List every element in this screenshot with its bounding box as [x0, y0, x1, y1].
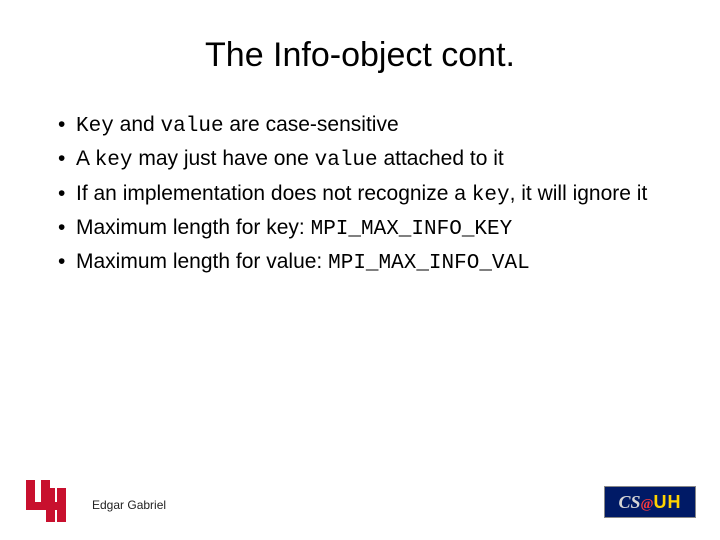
text: Maximum length for value:	[76, 250, 328, 273]
code: value	[315, 149, 378, 172]
footer: Edgar Gabriel CS@UH	[0, 472, 720, 522]
list-item: Key and value are case-sensitive	[58, 111, 692, 141]
text: , it will ignore it	[510, 182, 648, 205]
code: value	[161, 115, 224, 138]
cs-at-uh-logo: CS@UH	[604, 486, 696, 518]
slide-title: The Info-object cont.	[28, 36, 692, 75]
code: MPI_MAX_INFO_VAL	[328, 252, 530, 275]
text: attached to it	[378, 147, 504, 170]
text: and	[114, 113, 161, 136]
code: Key	[76, 115, 114, 138]
uh-text: UH	[654, 492, 682, 512]
text: If an implementation does not recognize …	[76, 182, 472, 205]
code: key	[95, 149, 133, 172]
code: MPI_MAX_INFO_KEY	[311, 218, 513, 241]
list-item: A key may just have one value attached t…	[58, 145, 692, 175]
slide: The Info-object cont. Key and value are …	[0, 0, 720, 540]
list-item: Maximum length for key: MPI_MAX_INFO_KEY	[58, 214, 692, 244]
text: are case-sensitive	[224, 113, 399, 136]
code: key	[472, 184, 510, 207]
bullet-list: Key and value are case-sensitive A key m…	[28, 111, 692, 279]
text: Maximum length for key:	[76, 216, 311, 239]
cs-text: CS	[618, 492, 640, 512]
text: A	[76, 147, 95, 170]
list-item: Maximum length for value: MPI_MAX_INFO_V…	[58, 248, 692, 278]
list-item: If an implementation does not recognize …	[58, 180, 692, 210]
text: may just have one	[133, 147, 315, 170]
uh-logo-icon	[24, 478, 66, 522]
at-text: @	[641, 497, 654, 512]
author-name: Edgar Gabriel	[92, 498, 166, 512]
